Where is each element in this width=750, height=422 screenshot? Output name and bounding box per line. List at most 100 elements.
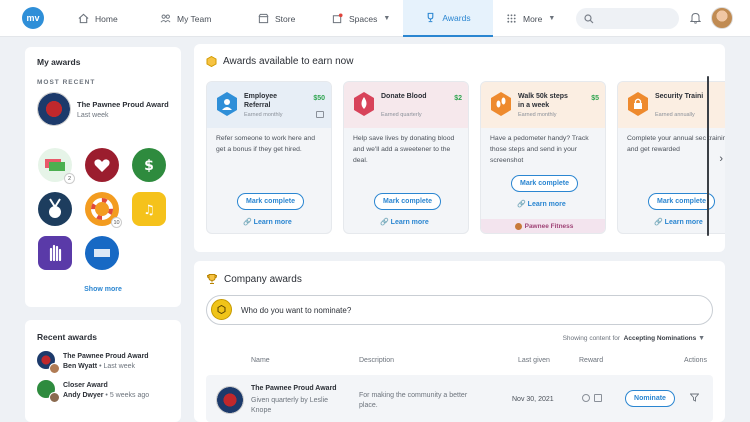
search-input[interactable] — [576, 8, 679, 29]
sponsor-name: Pawnee Fitness — [524, 222, 574, 230]
referral-badge-icon — [217, 92, 237, 116]
chevron-right-icon[interactable]: › — [719, 153, 723, 165]
earn-card-name: Employee Referral — [244, 93, 278, 109]
lifebuoy-badge-icon[interactable]: 10 — [85, 192, 122, 228]
recent-award-when: 5 weeks ago — [109, 391, 150, 399]
column-description: Description — [359, 357, 395, 364]
earn-card-description: Have a pedometer handy? Track those step… — [490, 135, 589, 164]
row-award-given: Given quarterly by Leslie Knope — [251, 397, 329, 414]
most-recent-award[interactable]: The Pawnee Proud Award Last week — [37, 92, 169, 126]
badge-count: 10 — [111, 217, 122, 228]
award-avatar — [37, 351, 60, 374]
recent-awards-card: Recent awards The Pawnee Proud Award Ben… — [25, 320, 181, 422]
learn-more-label: Learn more — [253, 219, 292, 226]
chevron-down-icon: ▼ — [383, 15, 391, 22]
showing-value: Accepting Nominations — [623, 335, 697, 342]
earn-card-frequency: Earned annually — [655, 112, 695, 118]
nominate-search-input[interactable]: Who do you want to nominate? — [206, 295, 713, 325]
coin-icon — [582, 394, 590, 402]
nav-spaces[interactable]: Spaces ▼ — [332, 0, 390, 37]
earn-card-amount: $2 — [454, 95, 462, 102]
hexagon-coin-icon — [206, 56, 217, 67]
medal-badge-icon[interactable] — [38, 192, 72, 226]
showing-prefix: Showing content for — [562, 335, 621, 342]
show-more-link[interactable]: Show more — [25, 286, 181, 293]
bullet-separator: • — [99, 362, 102, 370]
spaces-icon — [332, 13, 343, 24]
music-badge-icon[interactable]: ♫ — [132, 192, 166, 226]
earn-card-frequency: Earned quarterly — [381, 112, 422, 118]
earn-card-amount: $50 — [313, 95, 325, 102]
company-awards-title: Company awards — [224, 273, 302, 285]
mark-complete-button[interactable]: Mark complete — [237, 193, 304, 210]
my-awards-title: My awards — [37, 57, 81, 67]
learn-more-link[interactable]: 🔗 Learn more — [517, 200, 566, 208]
most-recent-award-title: The Pawnee Proud Award — [77, 99, 169, 109]
nav-home[interactable]: Home — [78, 0, 118, 37]
learn-more-link[interactable]: 🔗 Learn more — [380, 218, 429, 226]
my-awards-card: My awards MOST RECENT The Pawnee Proud A… — [25, 47, 181, 307]
earn-card-header: Walk 50k steps in a week Earned monthly … — [481, 82, 605, 128]
sponsor-badge[interactable]: Pawnee Fitness — [481, 219, 605, 233]
user-avatar[interactable] — [711, 7, 733, 29]
gift-icon — [316, 111, 324, 118]
nav-awards-label: Awards — [442, 12, 471, 23]
earn-card-description: Complete your annual sec training and ge… — [627, 135, 725, 153]
app-logo[interactable]: mv — [22, 7, 44, 29]
tickets-badge-icon[interactable]: 2 — [38, 148, 75, 184]
earn-card-amount: $5 — [591, 95, 599, 102]
earn-card-donate-blood: Donate Blood Earned quarterly $2 Help sa… — [343, 81, 469, 234]
hand-badge-icon[interactable] — [38, 236, 72, 270]
trophy-icon — [207, 274, 217, 284]
content-filter[interactable]: Showing content for Accepting Nomination… — [563, 335, 705, 342]
earn-card-frequency: Earned monthly — [244, 112, 283, 118]
recent-award-person: Andy Dwyer — [63, 391, 104, 399]
learn-more-label: Learn more — [527, 201, 566, 208]
mark-complete-button[interactable]: Mark complete — [374, 193, 441, 210]
nav-my-team[interactable]: My Team — [160, 0, 211, 37]
nav-store-label: Store — [275, 13, 296, 24]
earn-card-name: Walk 50k steps in a week — [518, 93, 568, 109]
march-madness-badge-icon[interactable] — [85, 236, 119, 270]
person-avatar — [49, 392, 60, 403]
badge-count: 2 — [64, 173, 75, 184]
person-avatar — [49, 363, 60, 374]
nominate-button[interactable]: Nominate — [625, 390, 675, 407]
earn-card-frequency: Earned monthly — [518, 112, 557, 118]
recent-award-name: The Pawnee Proud Award — [63, 352, 149, 360]
mark-complete-button[interactable]: Mark complete — [511, 175, 578, 192]
row-reward — [582, 394, 602, 402]
awards-available-title: Awards available to earn now — [223, 56, 354, 67]
pawnee-seal-icon — [216, 386, 244, 414]
svg-text:♫: ♫ — [143, 203, 155, 218]
nav-store[interactable]: Store — [258, 0, 295, 37]
earn-card-walk-50k: Walk 50k steps in a week Earned monthly … — [480, 81, 606, 234]
mark-complete-button[interactable]: Mark complete — [648, 193, 715, 210]
heart-badge-icon[interactable] — [85, 148, 119, 182]
nav-more[interactable]: More ▼ — [506, 0, 555, 37]
learn-more-link[interactable]: 🔗 Learn more — [243, 218, 292, 226]
filter-icon[interactable] — [690, 393, 699, 402]
earn-card-employee-referral: Employee Referral Earned monthly $50 Ref… — [206, 81, 332, 234]
table-row[interactable]: The Pawnee Proud Award Given quarterly b… — [206, 375, 713, 422]
grid-icon — [507, 14, 516, 23]
row-award-description: For making the community a better place. — [359, 392, 468, 409]
trophy-icon — [428, 12, 434, 23]
award-avatar — [37, 380, 60, 403]
dollar-badge-icon[interactable]: $ — [132, 148, 166, 182]
recent-award-person: Ben Wyatt — [63, 362, 98, 370]
earn-card-description: Help save lives by donating blood and we… — [353, 135, 455, 164]
list-item[interactable]: The Pawnee Proud Award Ben Wyatt • Last … — [37, 351, 169, 374]
nav-awards[interactable]: Awards — [403, 0, 493, 37]
learn-more-label: Learn more — [664, 219, 703, 226]
earn-card-name: Donate Blood — [381, 93, 427, 100]
learn-more-link[interactable]: 🔗 Learn more — [654, 218, 703, 226]
blood-drop-badge-icon — [354, 92, 374, 116]
bullet-separator: • — [105, 391, 108, 399]
notifications-bell-icon[interactable] — [687, 9, 703, 27]
list-item[interactable]: Closer Award Andy Dwyer • 5 weeks ago — [37, 380, 169, 403]
footprint-badge-icon — [491, 92, 511, 116]
carousel-scrollbar[interactable] — [707, 76, 709, 236]
recent-awards-title: Recent awards — [37, 332, 97, 342]
nav-home-label: Home — [95, 13, 118, 24]
